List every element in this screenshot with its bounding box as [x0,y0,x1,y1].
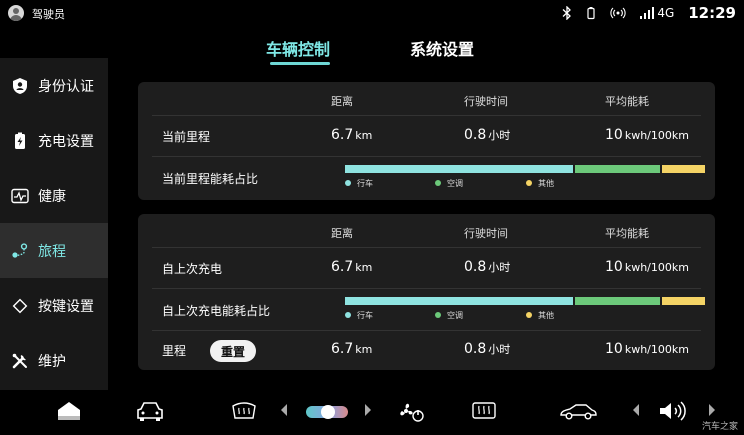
tab-indicator [270,62,330,65]
temperature-slider[interactable] [306,405,348,419]
row-label: 当前里程能耗占比 [162,172,259,186]
other-dot [526,312,532,318]
charge-icon [10,131,30,151]
chevron-right-icon[interactable] [708,404,716,416]
sidebar-item-label: 旅程 [38,243,66,260]
drive-dot [345,180,351,186]
sidebar-item-label: 维护 [38,353,66,370]
energy-value: 10 kwh/100km [605,341,689,357]
bottom-dock [0,392,744,435]
status-bar: 驾驶员 4G 12:29 [0,0,744,28]
distance-value: 6.7 km [331,341,373,357]
row-label: 自上次充电能耗占比 [162,304,271,318]
other-segment [662,165,705,173]
reset-button[interactable]: 重置 [210,340,256,362]
slider-knob[interactable] [321,405,335,419]
avg-energy-header: 平均能耗 [605,95,649,108]
front-defrost-icon[interactable] [470,400,498,422]
sidebar-item-health[interactable]: 健康 [0,168,108,223]
legend-label: 空调 [447,311,463,320]
distance-header: 距离 [331,227,353,240]
fan-power-icon[interactable] [396,400,426,424]
legend-label: 行车 [357,311,373,320]
ac-dot [435,312,441,318]
rear-defrost-icon[interactable] [230,400,258,422]
legend-label: 其他 [538,179,554,188]
chevron-left-icon[interactable] [280,404,288,416]
trip-icon [10,241,30,261]
sidebar-item-trip[interactable]: 旅程 [0,223,108,278]
chevron-left-icon[interactable] [632,404,640,416]
watermark: 汽车之家 [701,422,738,432]
shield-user-icon [10,76,30,96]
distance-header: 距离 [331,95,353,108]
sidebar: 身份认证 充电设置 健康 旅程 按键设置 维护 [0,58,108,390]
tools-icon [10,351,30,371]
since-charge-panel: 距离 行驶时间 平均能耗 自上次充电 6.7 km 0.8 小时 10 kwh/100… [138,214,715,370]
avg-energy-header: 平均能耗 [605,227,649,240]
drive-segment [345,165,573,173]
table-row: 自上次充电 6.7 km 0.8 小时 10 kwh/100km [152,247,701,289]
table-row: 当前里程 6.7 km 0.8 小时 10 kwh/100km [152,115,701,157]
legend-label: 空调 [447,179,463,188]
drive-time-header: 行驶时间 [464,95,508,108]
sidebar-item-label: 身份认证 [38,78,94,95]
tab-vehicle-control[interactable]: 车辆控制 [266,36,330,60]
row-label: 当前里程 [162,130,211,144]
row-label: 里程 [162,344,187,358]
ac-segment [574,165,661,173]
sidebar-item-charging[interactable]: 充电设置 [0,113,108,168]
car-side-icon[interactable] [558,400,598,422]
ac-segment [574,297,661,305]
sidebar-item-label: 按键设置 [38,298,94,315]
header-row: 距离 行驶时间 平均能耗 [152,82,701,116]
battery-icon [586,6,596,20]
energy-value: 10 kwh/100km [605,127,689,143]
sidebar-item-identity[interactable]: 身份认证 [0,58,108,113]
diamond-icon [10,296,30,316]
drive-time-header: 行驶时间 [464,227,508,240]
drive-segment [345,297,573,305]
sidebar-item-label: 健康 [38,188,66,205]
energy-ratio-row: 当前里程能耗占比 行车 空调 其他 [152,156,705,200]
energy-ratio-bar [345,297,707,305]
other-dot [526,180,532,186]
row-label: 自上次充电 [162,262,223,276]
chevron-right-icon[interactable] [364,404,372,416]
legend-label: 行车 [357,179,373,188]
sidebar-item-label: 充电设置 [38,133,94,150]
header-row: 距离 行驶时间 平均能耗 [152,214,701,248]
current-trip-panel: 距离 行驶时间 平均能耗 当前里程 6.7 km 0.8 小时 10 kwh/100k… [138,82,715,200]
energy-value: 10 kwh/100km [605,259,689,275]
sidebar-item-maintenance[interactable]: 维护 [0,333,108,388]
time-value: 0.8 小时 [464,127,511,143]
car-icon[interactable] [136,400,164,422]
other-segment [662,297,705,305]
sidebar-item-button-settings[interactable]: 按键设置 [0,278,108,333]
energy-ratio-bar [345,165,707,173]
legend-label: 其他 [538,311,554,320]
distance-value: 6.7 km [331,127,373,143]
hotspot-icon [610,6,626,20]
home-icon[interactable] [56,400,82,422]
volume-icon[interactable] [658,400,688,422]
clock: 12:29 [688,4,736,22]
signal-icon [640,7,655,19]
top-tabs: 车辆控制 系统设置 [0,36,744,66]
energy-ratio-row: 自上次充电能耗占比 行车 空调 其他 [152,288,705,331]
time-value: 0.8 小时 [464,259,511,275]
drive-dot [345,312,351,318]
tab-system-settings[interactable]: 系统设置 [410,36,474,60]
distance-value: 6.7 km [331,259,373,275]
health-icon [10,186,30,206]
user-name: 驾驶员 [32,8,65,21]
bluetooth-icon [562,6,572,20]
network-type: 4G [657,6,675,20]
avatar[interactable] [8,5,24,21]
trip-row: 里程 重置 6.7 km 0.8 小时 10 kwh/100km [152,330,701,370]
time-value: 0.8 小时 [464,341,511,357]
ac-dot [435,180,441,186]
